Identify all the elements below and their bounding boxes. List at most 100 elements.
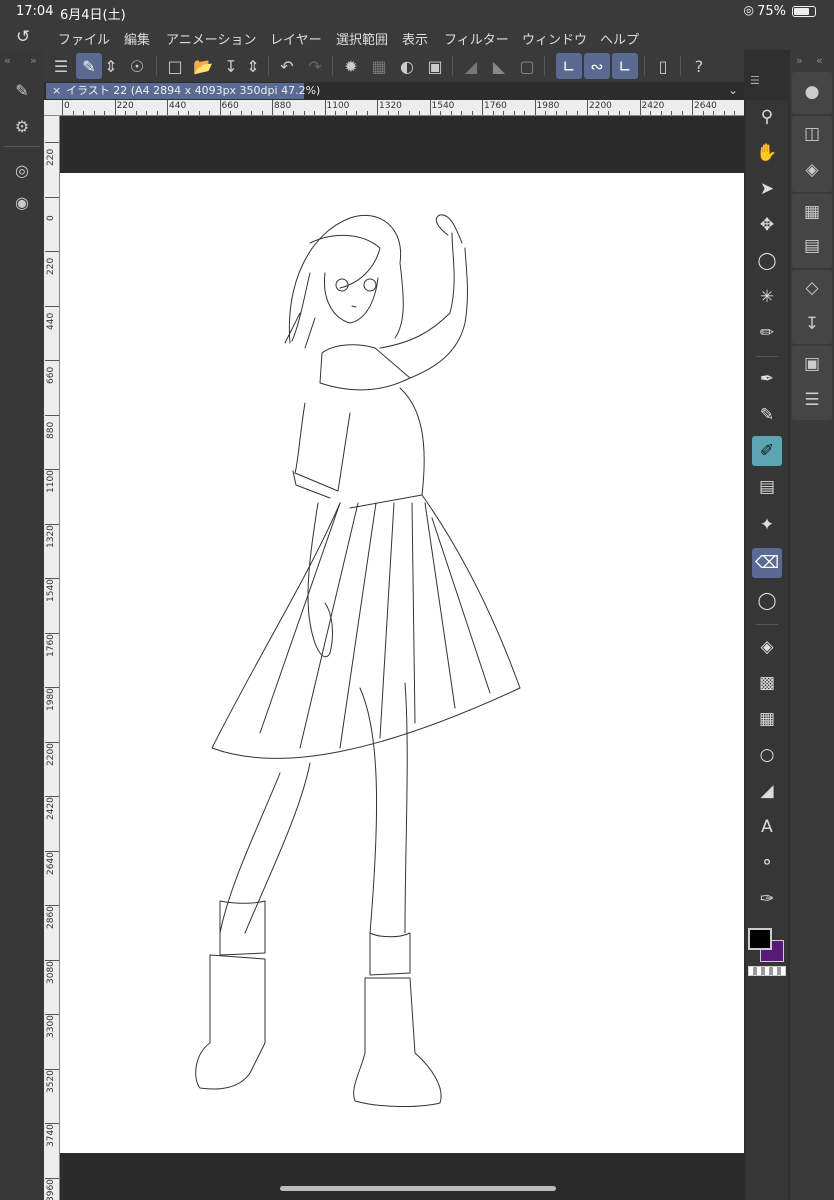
menu-selection[interactable]: 選択範囲 bbox=[336, 29, 388, 48]
pen-icon[interactable]: ✒ bbox=[752, 364, 782, 394]
timeline-icon[interactable]: ▤ bbox=[796, 230, 828, 262]
main-color-swatch[interactable] bbox=[748, 928, 772, 950]
open-icon[interactable]: 📂 bbox=[190, 53, 216, 79]
eraser-settings-icon[interactable]: ⚙ bbox=[8, 112, 36, 140]
drawing-canvas[interactable] bbox=[60, 173, 744, 1153]
ruler-tick bbox=[45, 796, 59, 797]
straight-line-icon[interactable]: ∟ bbox=[612, 53, 638, 79]
line-correction-icon[interactable]: ✑ bbox=[752, 884, 782, 914]
ruler-tick bbox=[230, 111, 231, 115]
fill-icon[interactable]: ◐ bbox=[394, 53, 420, 79]
menu-layer[interactable]: レイヤー bbox=[270, 29, 322, 48]
ruler-left-label: 220 bbox=[46, 257, 56, 275]
decoration-icon[interactable]: ✦ bbox=[752, 510, 782, 540]
ruler-tick bbox=[587, 100, 588, 115]
new-file-icon[interactable]: □ bbox=[162, 53, 188, 79]
pencil-icon[interactable]: ✎ bbox=[752, 400, 782, 430]
help-icon[interactable]: ? bbox=[686, 53, 712, 79]
battery-icon bbox=[792, 6, 816, 17]
save-icon[interactable]: ↧ bbox=[218, 53, 244, 79]
ruler-icon[interactable]: ◢ bbox=[752, 776, 782, 806]
material-icon[interactable]: ◇ bbox=[796, 272, 828, 304]
ruler-tick bbox=[45, 1177, 59, 1179]
ruler-left: 220 0 220 440 660 880 1100 1320 1540 1760 1980 2200… bbox=[44, 116, 60, 1200]
lasso-icon[interactable]: ◯ bbox=[752, 246, 782, 276]
ruler-tick bbox=[734, 111, 735, 115]
menu-window[interactable]: ウィンドウ bbox=[522, 29, 587, 48]
ruler-tick bbox=[188, 111, 189, 115]
ruler-tick bbox=[198, 111, 200, 115]
ruler-tick bbox=[303, 111, 305, 115]
ruler-tick bbox=[524, 111, 525, 115]
eraser-icon[interactable]: ⌫ bbox=[752, 548, 782, 578]
frame-icon[interactable]: ▢ bbox=[514, 53, 540, 79]
expand-right-icon[interactable]: « bbox=[816, 54, 823, 67]
menu-view[interactable]: 表示 bbox=[402, 29, 428, 48]
chevron-down-icon[interactable]: ⌄ bbox=[728, 83, 738, 97]
redo-icon[interactable]: ↷ bbox=[302, 53, 328, 79]
gradient-icon[interactable]: ▩ bbox=[752, 668, 782, 698]
tool-palette: ☰ ⚲ ✋ ➤ ✥ ◯ ✳ ✏ ✒ ✎ ✐ ▤ ✦ ⌫ ◯ ◈ ▩ ▦ ○ ◢ … bbox=[746, 74, 788, 1200]
edit-icon[interactable]: ✎ bbox=[76, 53, 102, 79]
layer-property-icon[interactable]: ◫ bbox=[796, 118, 828, 150]
menu-help[interactable]: ヘルプ bbox=[600, 29, 639, 48]
layers-stack-icon[interactable]: ☰ bbox=[796, 384, 828, 416]
document-tab[interactable]: × イラスト 22 (A4 2894 x 4093px 350dpi 47.2%… bbox=[46, 83, 320, 99]
download-icon[interactable]: ↧ bbox=[796, 308, 828, 340]
eraser-target-icon[interactable]: ◎ bbox=[8, 156, 36, 184]
ruler-left-label: 2200 bbox=[46, 742, 56, 766]
operation-icon[interactable]: ➤ bbox=[752, 174, 782, 204]
expand-left-icon[interactable]: » bbox=[30, 54, 37, 67]
document-tab-bar: × イラスト 22 (A4 2894 x 4093px 350dpi 47.2%… bbox=[44, 82, 744, 100]
brush-icon[interactable]: ✐ bbox=[752, 436, 782, 466]
swap-icon[interactable]: ⇕ bbox=[102, 53, 120, 79]
menu-edit[interactable]: 編集 bbox=[124, 29, 150, 48]
stepper-icon[interactable]: ⇕ bbox=[244, 53, 262, 79]
figure-icon[interactable]: ○ bbox=[752, 740, 782, 770]
curve-icon[interactable]: ∾ bbox=[584, 53, 610, 79]
ruler-tick bbox=[618, 111, 620, 115]
smartphone-icon[interactable]: ▯ bbox=[650, 53, 676, 79]
hand-icon[interactable]: ✋ bbox=[752, 138, 782, 168]
menu-icon[interactable]: ☰ bbox=[48, 53, 74, 79]
ruler-tick bbox=[419, 111, 420, 115]
spiral-icon[interactable]: ☉ bbox=[124, 53, 150, 79]
frame-border-icon[interactable]: ▦ bbox=[752, 704, 782, 734]
ruler-tick bbox=[177, 111, 179, 115]
transparent-color-icon[interactable] bbox=[748, 966, 786, 976]
pen-correction-icon[interactable]: ∟ bbox=[556, 53, 582, 79]
record-icon[interactable]: ◉ bbox=[8, 188, 36, 216]
menu-filter[interactable]: フィルター bbox=[444, 29, 509, 48]
eraser-layer-icon[interactable]: ✎ bbox=[8, 76, 36, 104]
undo-icon[interactable]: ↶ bbox=[274, 53, 300, 79]
ruler-toggle-icon[interactable]: ◢ bbox=[458, 53, 484, 79]
transform-icon[interactable]: ▣ bbox=[422, 53, 448, 79]
navigator-icon[interactable]: ▦ bbox=[796, 196, 828, 228]
collapse-left-icon[interactable]: « bbox=[4, 54, 11, 67]
airbrush-icon[interactable]: ▤ bbox=[752, 472, 782, 502]
eyedropper-icon[interactable]: ✏ bbox=[752, 318, 782, 348]
ruler-tick bbox=[45, 196, 59, 198]
ruler-tick bbox=[45, 687, 59, 688]
fill-icon[interactable]: ◈ bbox=[752, 632, 782, 662]
magic-wand-icon[interactable]: ✳ bbox=[752, 282, 782, 312]
blend-icon[interactable]: ◯ bbox=[752, 586, 782, 616]
color-set-icon[interactable]: ◈ bbox=[796, 154, 828, 186]
ruler-top-label: 2420 bbox=[641, 101, 665, 111]
app-logo-icon[interactable]: ↺ bbox=[16, 27, 30, 47]
ruler-top-label: 660 bbox=[221, 101, 239, 111]
layer-icon[interactable]: ▣ bbox=[796, 348, 828, 380]
grid-icon[interactable]: ▦ bbox=[366, 53, 392, 79]
close-tab-icon[interactable]: × bbox=[52, 83, 61, 99]
move-icon[interactable]: ✥ bbox=[752, 210, 782, 240]
menu-animation[interactable]: アニメーション bbox=[166, 29, 256, 48]
shade-icon[interactable]: ◣ bbox=[486, 53, 512, 79]
loading-icon[interactable]: ✹ bbox=[338, 53, 364, 79]
tool-menu-icon[interactable]: ☰ bbox=[750, 74, 768, 90]
text-icon[interactable]: A bbox=[752, 812, 782, 842]
sub-tool-icon[interactable]: ● bbox=[796, 76, 828, 108]
menu-file[interactable]: ファイル bbox=[58, 29, 110, 48]
collapse-right-icon[interactable]: » bbox=[796, 54, 803, 67]
zoom-icon[interactable]: ⚲ bbox=[752, 102, 782, 132]
balloon-icon[interactable]: ⚬ bbox=[752, 848, 782, 878]
